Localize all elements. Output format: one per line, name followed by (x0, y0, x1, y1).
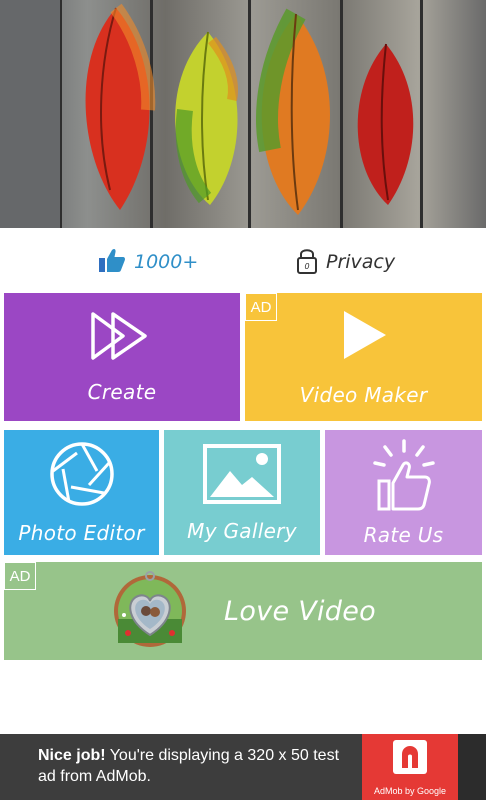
ad-edge (458, 734, 486, 800)
image-icon (202, 443, 282, 509)
likes-count-label: 1000+ (134, 251, 199, 273)
admob-logo: AdMob by Google (362, 734, 458, 800)
svg-text:0: 0 (304, 262, 309, 271)
create-label: Create (87, 380, 157, 404)
video-maker-label: Video Maker (299, 383, 428, 407)
rate-us-tile[interactable]: Rate Us (325, 430, 482, 555)
create-tile[interactable]: Create (4, 293, 240, 421)
love-video-label: Love Video (224, 595, 376, 627)
thumbs-up-icon (371, 438, 437, 517)
privacy-label: Privacy (326, 251, 396, 273)
ad-message: Nice job! You're displaying a 320 x 50 t… (38, 745, 358, 787)
heart-photo-locket-image (110, 569, 190, 653)
my-gallery-label: My Gallery (187, 518, 297, 543)
ad-headline: Nice job! (38, 747, 106, 764)
stats-row: 1000+ 0 Privacy (0, 232, 486, 290)
love-video-tile[interactable]: AD Love Video (4, 562, 482, 660)
camera-aperture-icon (49, 441, 115, 511)
admob-brand-label: AdMob by Google (373, 786, 447, 796)
privacy-link[interactable]: 0 Privacy (296, 244, 395, 280)
thumbs-up-icon (98, 247, 126, 278)
fast-forward-icon (89, 310, 155, 366)
rate-us-label: Rate Us (363, 522, 444, 547)
likes-counter[interactable]: 1000+ (98, 244, 198, 280)
my-gallery-tile[interactable]: My Gallery (164, 430, 320, 555)
ad-badge: AD (245, 293, 277, 321)
photo-editor-label: Photo Editor (18, 520, 145, 545)
header-banner-image (0, 0, 486, 228)
lock-icon: 0 (296, 246, 318, 279)
ad-badge: AD (4, 562, 36, 590)
video-maker-tile[interactable]: AD Video Maker (245, 293, 482, 421)
photo-editor-tile[interactable]: Photo Editor (4, 430, 159, 555)
play-icon (338, 307, 390, 367)
admob-test-banner[interactable]: Nice job! You're displaying a 320 x 50 t… (0, 734, 486, 800)
